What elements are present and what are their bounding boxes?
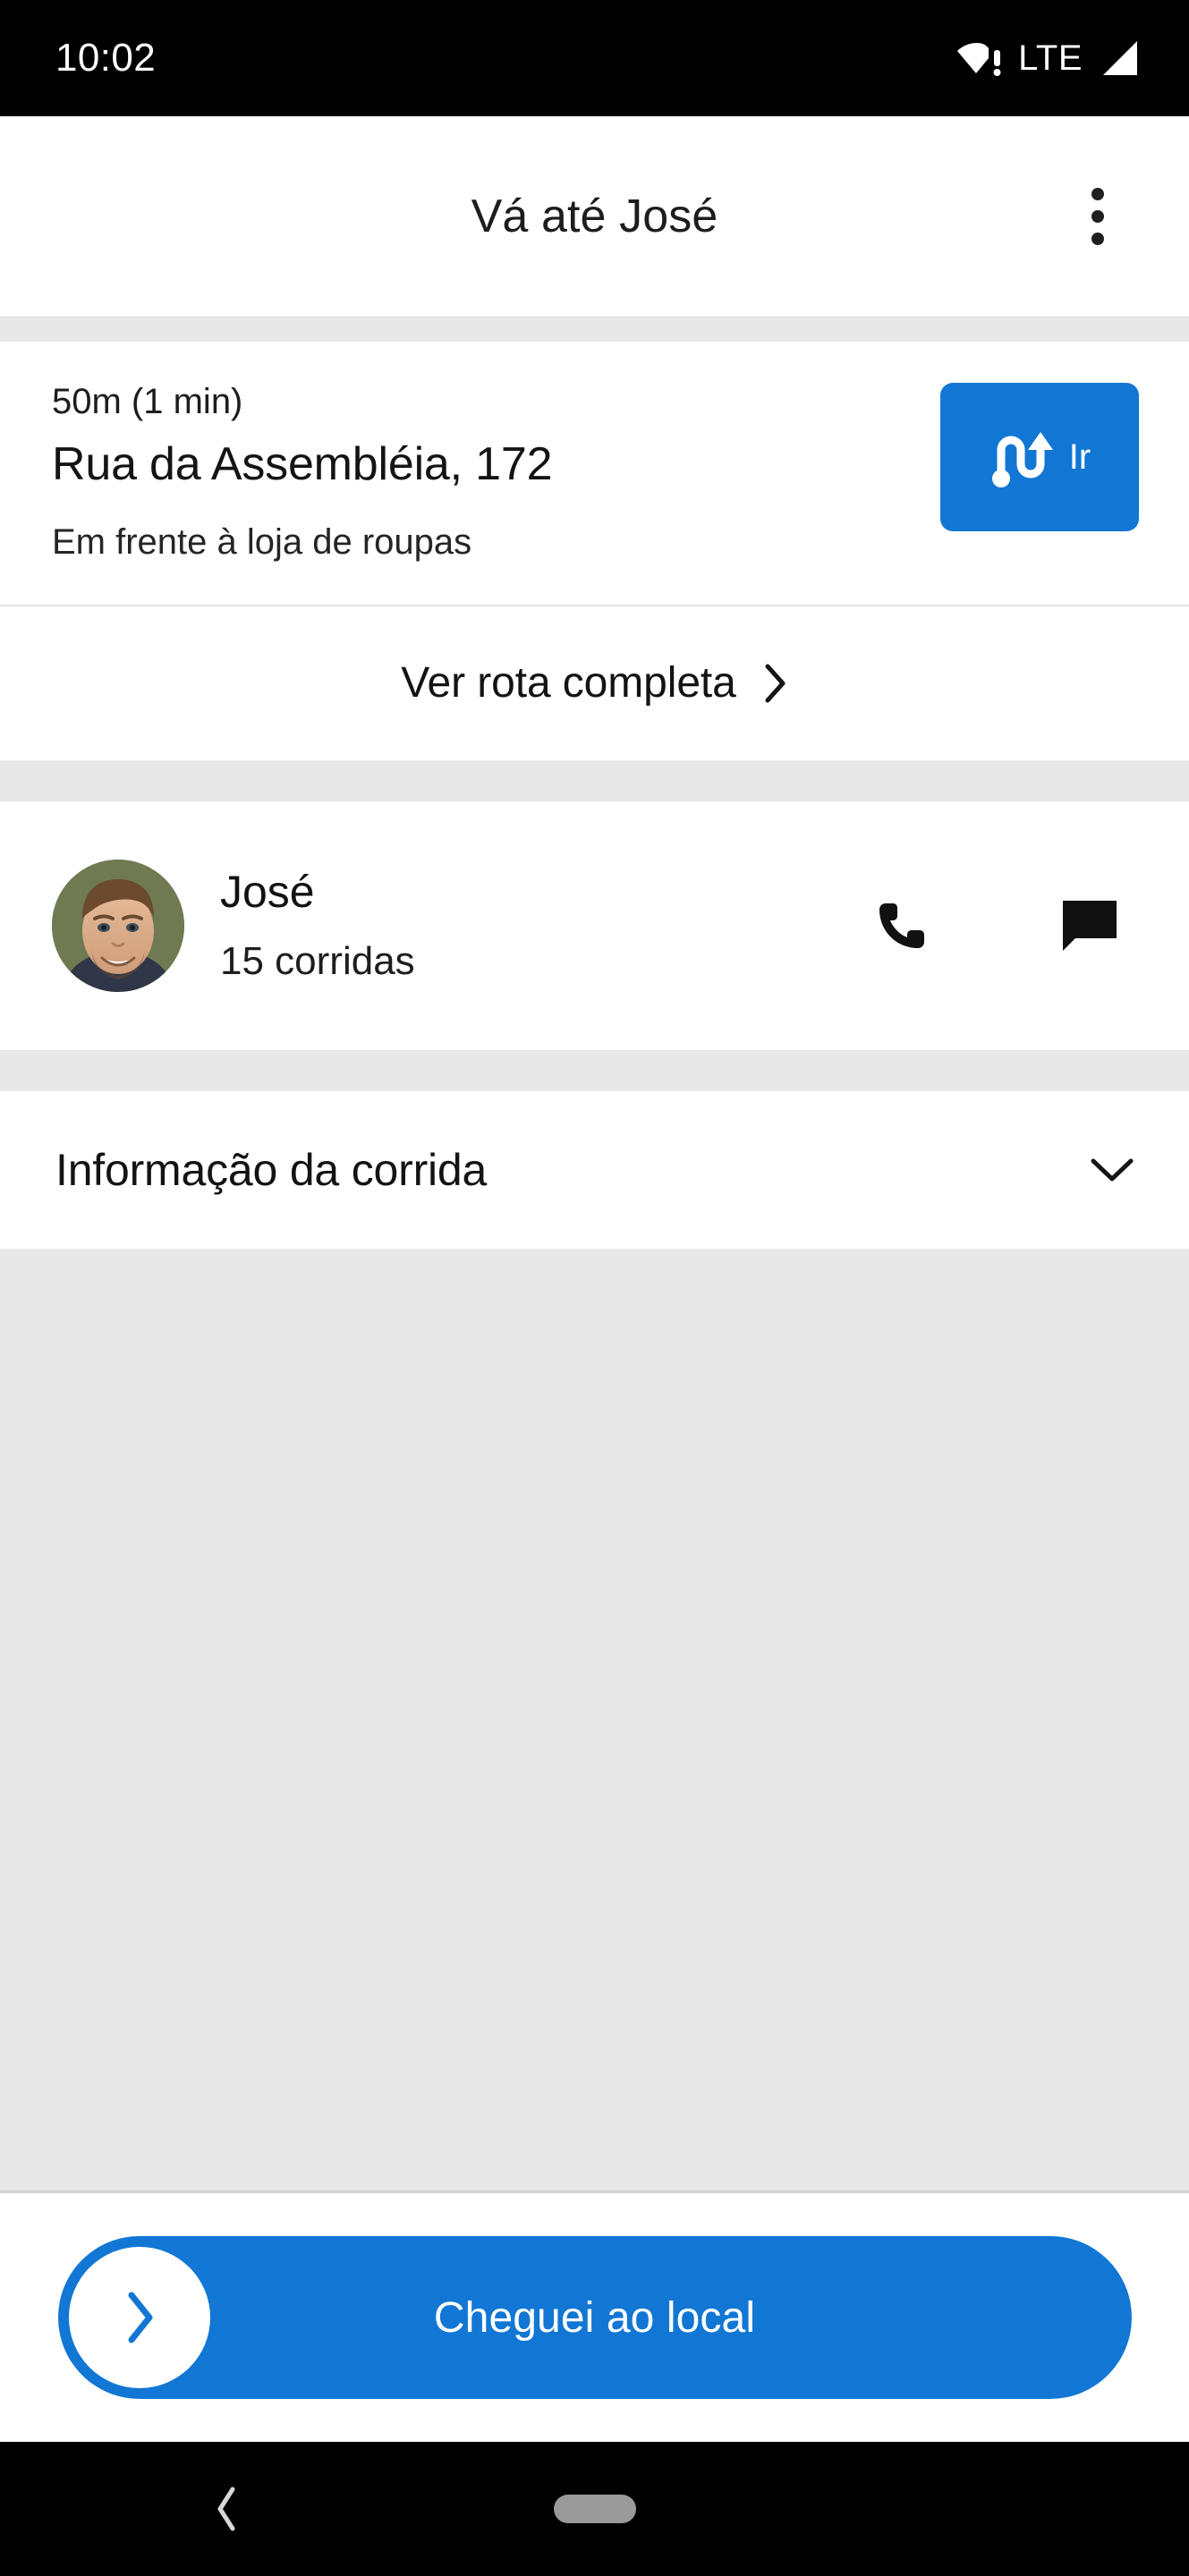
section-separator — [0, 759, 1189, 801]
status-bar: 10:02 LTE — [0, 0, 1189, 116]
view-full-route-label: Ver rota completa — [401, 659, 736, 708]
phone-icon — [874, 898, 930, 953]
arrived-button-label: Cheguei ao local — [433, 2293, 756, 2342]
go-button-label: Ir — [1068, 436, 1091, 477]
overflow-dot — [1091, 233, 1104, 245]
overflow-dot — [1091, 210, 1104, 223]
chevron-right-icon — [122, 2290, 157, 2345]
ride-info-accordion[interactable]: Informação da corrida — [0, 1090, 1189, 1249]
driver-actions — [862, 886, 1139, 966]
status-bar-clock: 10:02 — [55, 36, 157, 80]
chevron-right-icon — [761, 662, 788, 705]
bottom-action-area: Cheguei ao local — [0, 2193, 1189, 2442]
navigation-route-icon — [989, 425, 1055, 489]
overflow-dot — [1091, 188, 1104, 200]
view-full-route-row[interactable]: Ver rota completa — [0, 606, 1189, 760]
street-address-label: Rua da Assembléia, 172 — [52, 438, 553, 490]
system-nav-bar — [0, 2442, 1189, 2576]
map-placeholder-area — [0, 1248, 1189, 2193]
more-vertical-icon[interactable] — [1062, 181, 1134, 252]
message-button[interactable] — [1049, 886, 1130, 966]
driver-name-label: José — [220, 867, 315, 918]
status-bar-icons: LTE — [956, 38, 1139, 79]
back-chevron-icon[interactable] — [211, 2485, 242, 2533]
driver-text-block: José 15 corridas — [220, 865, 415, 986]
network-type-label: LTE — [1018, 38, 1083, 78]
cellular-signal-icon — [1098, 39, 1139, 77]
chat-bubble-icon — [1061, 899, 1118, 953]
slider-thumb[interactable] — [68, 2247, 210, 2388]
ride-info-label: Informação da corrida — [55, 1144, 488, 1195]
arrived-slider-button[interactable]: Cheguei ao local — [57, 2236, 1132, 2399]
chevron-down-icon — [1089, 1156, 1135, 1184]
driver-card: José 15 corridas — [0, 801, 1189, 1050]
home-pill-icon[interactable] — [553, 2495, 636, 2523]
driver-rides-count-label: 15 corridas — [220, 939, 415, 984]
page-title: Vá até José — [471, 191, 718, 242]
address-card: 50m (1 min) Rua da Assembléia, 172 Em fr… — [0, 342, 1189, 605]
address-note-label: Em frente à loja de roupas — [52, 521, 472, 562]
call-button[interactable] — [862, 886, 942, 966]
app-bar: Vá até José — [0, 116, 1189, 317]
section-separator — [0, 317, 1189, 342]
avatar[interactable] — [52, 859, 184, 992]
section-separator — [0, 1049, 1189, 1091]
user-photo-avatar — [52, 859, 184, 992]
go-navigate-button[interactable]: Ir — [940, 383, 1139, 531]
address-text-block: 50m (1 min) Rua da Assembléia, 172 Em fr… — [52, 379, 553, 565]
wifi-no-internet-icon — [956, 38, 1003, 79]
eta-distance-label: 50m (1 min) — [52, 382, 243, 421]
phone-screen: 10:02 LTE Vá até José 50m (1 min) Rua da… — [0, 0, 1189, 2576]
